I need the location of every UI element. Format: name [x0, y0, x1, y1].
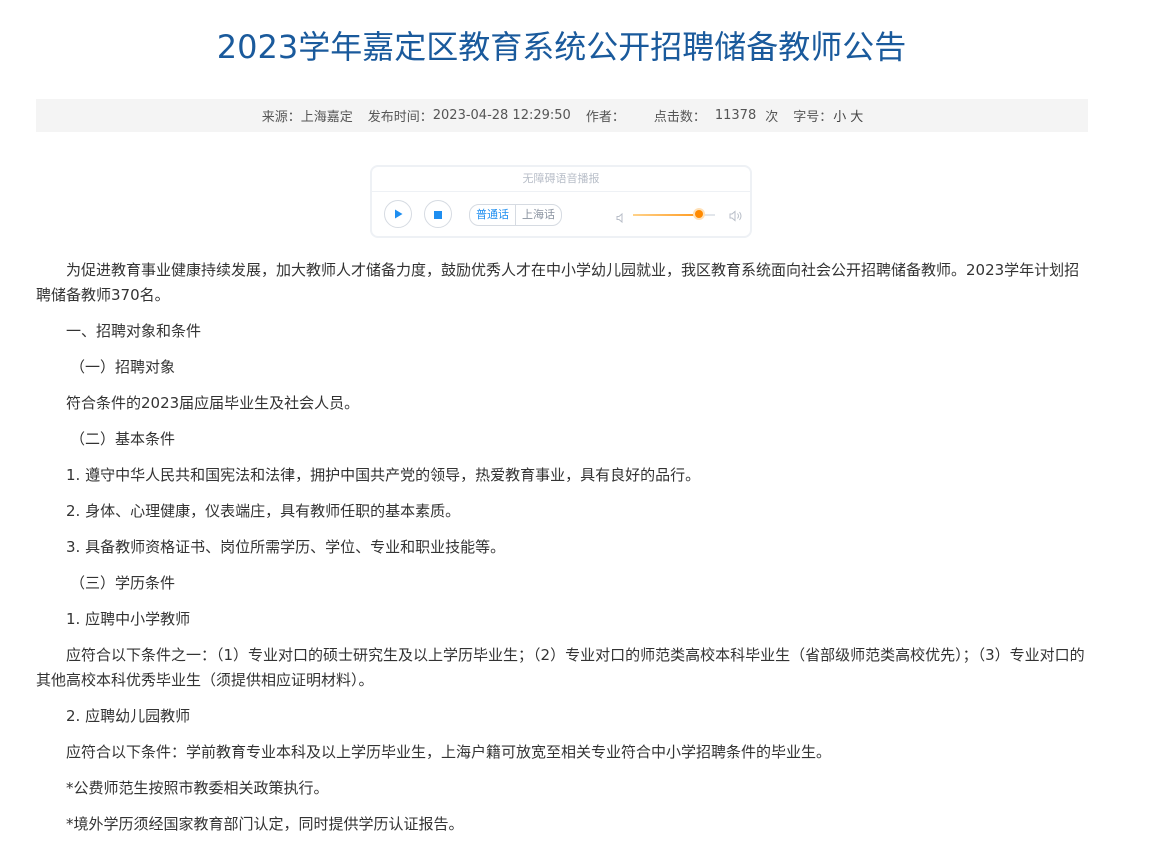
lang-shanghai-button[interactable]: 上海话: [515, 205, 561, 225]
list-item: 1. 遵守中华人民共和国宪法和法律，拥护中国共产党的领导，热爱教育事业，具有良好…: [66, 466, 701, 484]
source-label: 来源：: [261, 110, 301, 125]
volume-slider[interactable]: [633, 210, 715, 218]
lang-mandarin-button[interactable]: 普通话: [470, 205, 515, 225]
volume-slider-knob[interactable]: [694, 210, 703, 218]
list-item: 2. 身体、心理健康，仪表端庄，具有教师任职的基本素质。: [66, 502, 461, 520]
paragraph: 应符合以下条件：学前教育专业本科及以上学历毕业生，上海户籍可放宽至相关专业符合中…: [66, 743, 832, 761]
paragraph: 符合条件的2023届应届毕业生及社会人员。: [66, 394, 360, 412]
audio-player-header: 无障碍语音播报: [372, 167, 750, 192]
subsection-heading: （三）学历条件: [70, 574, 176, 592]
intro-paragraph: 为促进教育事业健康持续发展，加大教师人才储备力度，鼓励优秀人才在中小学幼儿园就业…: [36, 261, 1080, 304]
date-value: 2023-04-28 12:29:50: [432, 108, 571, 123]
audio-player: 无障碍语音播报 普通话 上海话: [370, 165, 752, 238]
paragraph: 应符合以下条件之一：（1）专业对口的硕士研究生及以上学历毕业生；（2）专业对口的…: [36, 646, 1085, 689]
note: *公费师范生按照市教委相关政策执行。: [66, 779, 329, 797]
page-title: 2023学年嘉定区教育系统公开招聘储备教师公告: [216, 28, 907, 66]
article-body: 为促进教育事业健康持续发展，加大教师人才储备力度，鼓励优秀人才在中小学幼儿园就业…: [36, 258, 1088, 837]
volume-low-icon: [615, 209, 627, 228]
article-meta-bar: 来源： 上海嘉定 发布时间： 2023-04-28 12:29:50 作者： 点击数…: [36, 99, 1088, 132]
section-heading: 一、招聘对象和条件: [66, 322, 202, 340]
play-icon: [392, 205, 404, 224]
language-switch: 普通话 上海话: [469, 204, 562, 226]
font-large-button[interactable]: 大: [850, 106, 863, 125]
font-small-button[interactable]: 小: [833, 106, 846, 125]
list-item: 1. 应聘中小学教师: [66, 610, 191, 628]
play-button[interactable]: [384, 200, 412, 228]
note: *境外学历须经国家教育部门认定，同时提供学历认证报告。: [66, 815, 464, 833]
fontsize-label: 字号：: [793, 110, 833, 125]
author-label: 作者：: [585, 110, 625, 125]
subsection-heading: （一）招聘对象: [70, 358, 176, 376]
views-label: 点击数：: [653, 110, 706, 125]
list-item: 3. 具备教师资格证书、岗位所需学历、学位、专业和职业技能等。: [66, 538, 506, 556]
list-item: 2. 应聘幼儿园教师: [66, 707, 191, 725]
volume-high-icon: [728, 208, 744, 227]
stop-icon: [433, 205, 443, 224]
subsection-heading: （二）基本条件: [70, 430, 176, 448]
volume-slider-fill: [633, 214, 699, 216]
views-value: 11378: [714, 108, 757, 123]
views-unit: 次: [765, 110, 779, 125]
date-label: 发布时间：: [367, 110, 433, 125]
stop-button[interactable]: [424, 200, 452, 228]
source-value: 上海嘉定: [300, 110, 353, 125]
